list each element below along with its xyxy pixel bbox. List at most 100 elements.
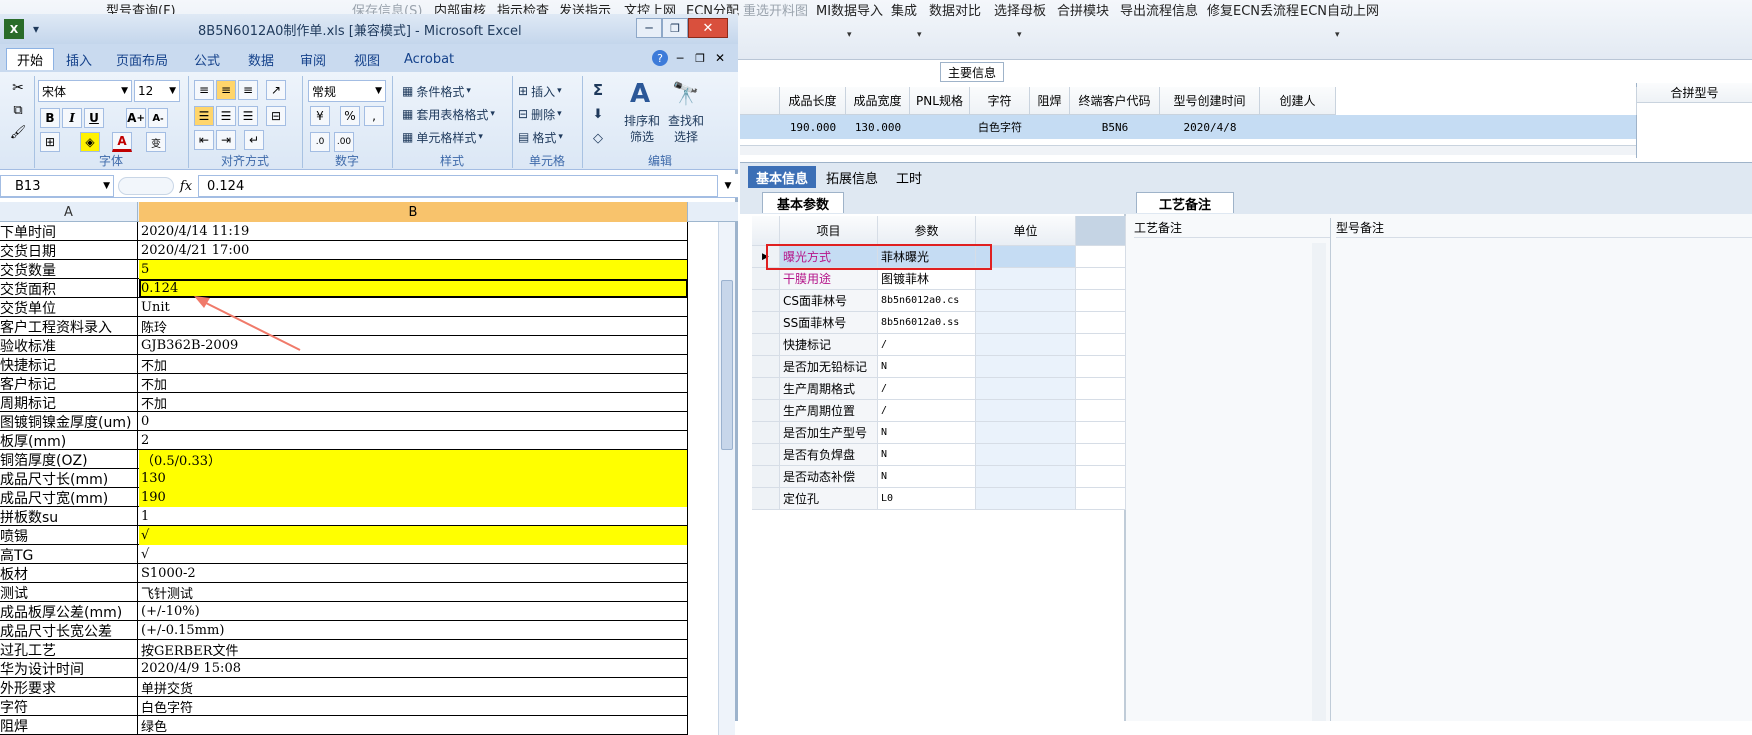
underline-button[interactable]: U [84, 108, 104, 128]
number-format-select[interactable]: 常规 ▼ [308, 80, 386, 102]
cell-a[interactable]: 喷锡 [0, 526, 138, 545]
param-unit[interactable] [976, 378, 1076, 400]
ribbon-tab[interactable]: 页面布局 [116, 48, 168, 70]
row-header[interactable] [752, 334, 780, 356]
menu-item[interactable]: 重选开料图 [743, 0, 808, 19]
menu-item[interactable]: MI数据导入 [816, 0, 883, 19]
info-value-cell[interactable]: B5N6 [1070, 115, 1160, 139]
cell-b[interactable]: S1000-2 [139, 564, 688, 583]
find-select-icon[interactable]: 🔭 [666, 80, 706, 108]
vertical-scrollbar[interactable] [718, 222, 735, 735]
table-format-button[interactable]: ▦ 套用表格格式 ▾ [402, 104, 495, 124]
cell-a[interactable]: 交货面积 [0, 279, 138, 298]
row-header[interactable] [752, 466, 780, 488]
param-value[interactable]: 8b5n6012a0.ss [878, 312, 976, 334]
cell-a[interactable]: 周期标记 [0, 393, 138, 412]
decrease-font-button[interactable]: A- [148, 108, 168, 128]
tab-basic-info[interactable]: 基本信息 [748, 166, 817, 188]
cell-a[interactable]: 板厚(mm) [0, 431, 138, 450]
cell-a[interactable]: 客户工程资料录入 [0, 317, 138, 336]
row-header[interactable] [752, 290, 780, 312]
ribbon-tab[interactable]: 数据 [248, 48, 274, 70]
find-select-label-2[interactable]: 选择 [664, 128, 708, 144]
ribbon-tab[interactable]: 公式 [194, 48, 220, 70]
splitter[interactable] [740, 145, 1636, 155]
param-unit[interactable] [976, 356, 1076, 378]
conditional-format-button[interactable]: ▦ 条件格式 ▾ [402, 81, 471, 101]
menu-item[interactable]: 内部审核 [434, 0, 486, 19]
fill-icon[interactable]: ⬇ [588, 104, 608, 124]
row-header[interactable] [752, 488, 780, 510]
column-b-header[interactable]: B [139, 202, 688, 222]
close-button[interactable]: ✕ [688, 18, 728, 38]
param-unit[interactable] [976, 466, 1076, 488]
menu-item[interactable]: 文控上网 [624, 0, 676, 19]
cell-a[interactable]: 铜箔厚度(OZ) [0, 450, 138, 469]
param-value[interactable]: 8b5n6012a0.cs [878, 290, 976, 312]
currency-icon[interactable]: ¥ [310, 106, 330, 126]
merge-center-icon[interactable]: ⊟ [266, 106, 286, 126]
cell-a[interactable]: 成品板厚公差(mm) [0, 602, 138, 621]
excel-logo-icon[interactable]: X [4, 19, 24, 39]
font-name-select[interactable]: 宋体 ▼ [38, 80, 132, 102]
align-right-icon[interactable]: ☰ [238, 106, 258, 126]
bold-button[interactable]: B [40, 108, 60, 128]
cell-b[interactable]: 不加 [139, 393, 688, 412]
cell-b[interactable]: 2020/4/14 11:19 [139, 222, 688, 241]
autosum-icon[interactable]: Σ [588, 80, 608, 100]
clear-icon[interactable]: ◇ [588, 128, 608, 148]
sort-filter-label-2[interactable]: 筛选 [622, 128, 662, 144]
param-value[interactable]: / [878, 400, 976, 422]
param-value[interactable]: / [878, 378, 976, 400]
sort-filter-icon[interactable]: A [620, 80, 660, 108]
cell-a[interactable]: 成品尺寸长(mm) [0, 469, 138, 488]
info-value-cell[interactable]: 白色字符 [970, 115, 1030, 139]
decrease-decimal-icon[interactable]: .00 [334, 132, 354, 152]
increase-decimal-icon[interactable]: .0 [310, 132, 330, 152]
minimize-button[interactable]: ─ [636, 18, 662, 38]
column-a-header[interactable]: A [0, 202, 138, 222]
align-top-icon[interactable]: ≡ [194, 80, 214, 100]
notes-scrollbar[interactable] [1312, 243, 1326, 721]
font-size-select[interactable]: 12 ▼ [134, 80, 180, 102]
quick-access-dropdown-icon[interactable]: ▾ [26, 19, 46, 39]
restore-button[interactable]: ❐ [662, 18, 688, 38]
info-value-cell[interactable] [910, 115, 970, 139]
cell-b[interactable]: 130 [139, 469, 688, 488]
increase-indent-icon[interactable]: ⇥ [216, 130, 236, 150]
param-value[interactable]: N [878, 444, 976, 466]
ribbon-tab[interactable]: 审阅 [300, 48, 326, 70]
param-unit[interactable] [976, 400, 1076, 422]
cell-a[interactable]: 阻焊 [0, 716, 138, 735]
cell-a[interactable]: 成品尺寸宽(mm) [0, 488, 138, 507]
cell-b[interactable]: 白色字符 [139, 697, 688, 716]
copy-icon[interactable]: ⧉ [8, 100, 28, 120]
cell-b[interactable]: (+/-10%) [139, 602, 688, 621]
row-header[interactable] [752, 400, 780, 422]
menu-item[interactable]: 型号查询(F) [106, 0, 176, 19]
info-value-cell[interactable] [1030, 115, 1070, 139]
cell-b[interactable]: √ [139, 526, 688, 545]
ribbon-tab[interactable]: Acrobat [404, 48, 454, 70]
align-center-icon[interactable]: ☰ [216, 106, 236, 126]
find-select-label-1[interactable]: 查找和 [664, 112, 708, 128]
param-unit[interactable] [976, 444, 1076, 466]
cell-a[interactable]: 板材 [0, 564, 138, 583]
menu-item[interactable]: 修复ECN丢流程 [1207, 0, 1299, 19]
orientation-icon[interactable]: ↗ [266, 80, 286, 100]
cell-b[interactable]: （0.5/0.33） [139, 450, 688, 469]
row-header[interactable] [752, 356, 780, 378]
cell-a[interactable]: 图镀铜镍金厚度(um) [0, 412, 138, 431]
cell-a[interactable]: 字符 [0, 697, 138, 716]
format-cells-button[interactable]: ▤ 格式 ▾ [518, 127, 563, 147]
tab-extended-info[interactable]: 拓展信息 [818, 166, 886, 188]
row-header[interactable] [752, 444, 780, 466]
info-value-cell[interactable] [1260, 115, 1336, 139]
param-value[interactable]: N [878, 466, 976, 488]
decrease-indent-icon[interactable]: ⇤ [194, 130, 214, 150]
cell-style-button[interactable]: ▦ 单元格样式 ▾ [402, 127, 483, 147]
menu-item[interactable]: 集成 [891, 0, 917, 19]
ribbon-minimize-icon[interactable]: ─ [672, 50, 688, 66]
percent-icon[interactable]: % [340, 106, 360, 126]
menu-item[interactable]: 导出流程信息 [1120, 0, 1198, 19]
